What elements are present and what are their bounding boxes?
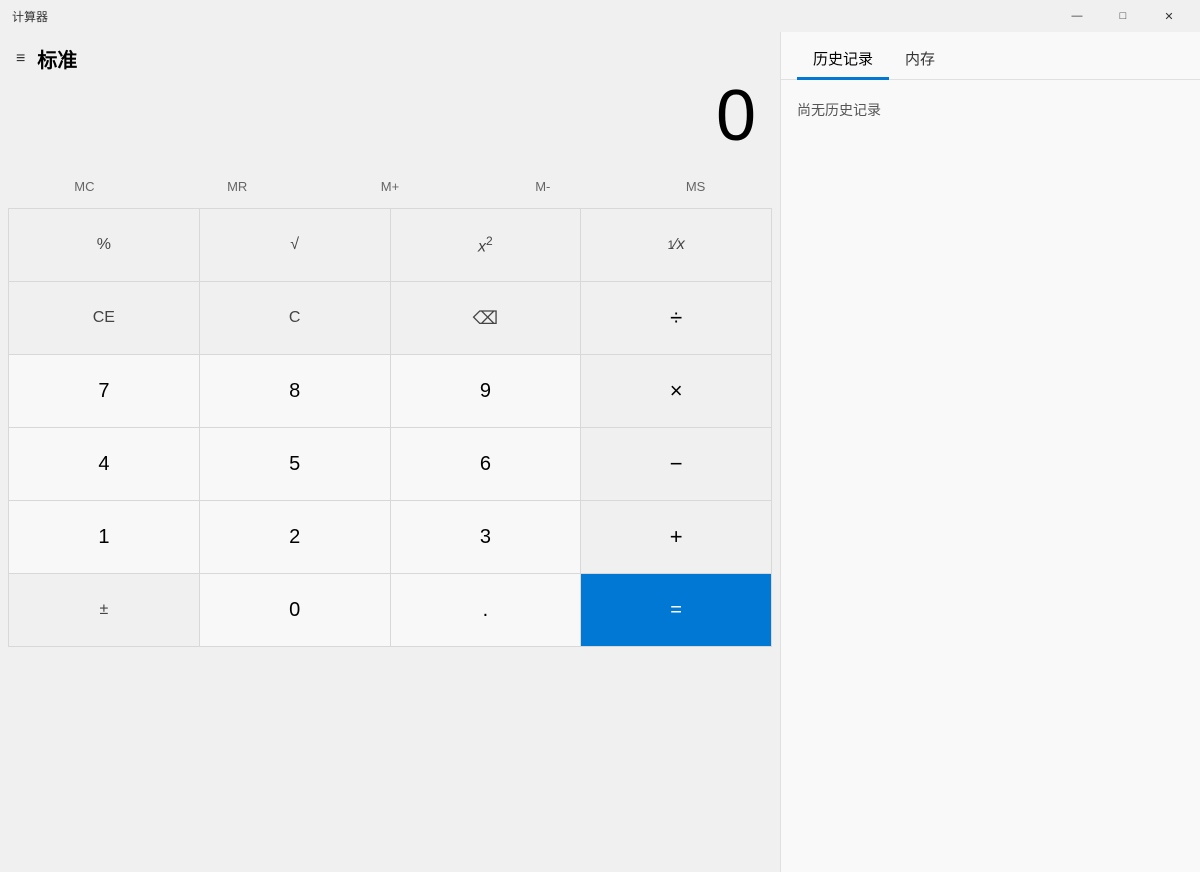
- ce-button[interactable]: CE: [9, 282, 199, 354]
- five-button[interactable]: 5: [200, 428, 390, 500]
- memory-recall-button[interactable]: MR: [161, 168, 314, 204]
- title-bar-controls: — □ ✕: [1054, 0, 1192, 32]
- delete-button[interactable]: ⌫: [391, 282, 581, 354]
- window-title: 计算器: [12, 8, 48, 25]
- percent-button[interactable]: %: [9, 209, 199, 281]
- subtract-button[interactable]: −: [581, 428, 771, 500]
- square-label: x2: [478, 234, 493, 256]
- tab-history[interactable]: 历史记录: [797, 48, 889, 80]
- close-button[interactable]: ✕: [1146, 0, 1192, 32]
- tab-memory[interactable]: 内存: [889, 48, 951, 80]
- display-area: 0: [0, 77, 780, 164]
- three-button[interactable]: 3: [391, 501, 581, 573]
- multiply-button[interactable]: ×: [581, 355, 771, 427]
- memory-store-button[interactable]: MS: [619, 168, 772, 204]
- memory-subtract-button[interactable]: M-: [466, 168, 619, 204]
- memory-row: MC MR M+ M- MS: [0, 164, 780, 208]
- history-content: 尚无历史记录: [781, 80, 1200, 872]
- calc-header: ≡ 标准: [0, 32, 780, 77]
- zero-button[interactable]: 0: [200, 574, 390, 646]
- calc-mode-title: 标准: [37, 44, 77, 73]
- title-bar-left: 计算器: [12, 8, 48, 25]
- content-area: ≡ 标准 0 MC MR M+ M- MS % √ x2: [0, 32, 1200, 872]
- equals-button[interactable]: =: [581, 574, 771, 646]
- memory-clear-button[interactable]: MC: [8, 168, 161, 204]
- nine-button[interactable]: 9: [391, 355, 581, 427]
- button-grid: % √ x2 1∕x CE C ⌫ ÷ 7 8 9 × 4 5: [8, 208, 772, 647]
- no-history-text: 尚无历史记录: [797, 100, 881, 120]
- display-value: 0: [24, 77, 756, 156]
- one-button[interactable]: 1: [9, 501, 199, 573]
- calculator-window: 计算器 — □ ✕ ≡ 标准 0 MC MR M+ M- MS: [0, 0, 1200, 872]
- square-button[interactable]: x2: [391, 209, 581, 281]
- maximize-button[interactable]: □: [1100, 0, 1146, 32]
- calculator-panel: ≡ 标准 0 MC MR M+ M- MS % √ x2: [0, 32, 780, 872]
- four-button[interactable]: 4: [9, 428, 199, 500]
- clear-button[interactable]: C: [200, 282, 390, 354]
- seven-button[interactable]: 7: [9, 355, 199, 427]
- right-tabs: 历史记录 内存: [781, 32, 1200, 80]
- menu-icon[interactable]: ≡: [16, 50, 25, 68]
- title-bar: 计算器 — □ ✕: [0, 0, 1200, 32]
- eight-button[interactable]: 8: [200, 355, 390, 427]
- button-grid-wrapper: % √ x2 1∕x CE C ⌫ ÷ 7 8 9 × 4 5: [0, 208, 780, 872]
- minimize-button[interactable]: —: [1054, 0, 1100, 32]
- six-button[interactable]: 6: [391, 428, 581, 500]
- reciprocal-button[interactable]: 1∕x: [581, 209, 771, 281]
- memory-add-button[interactable]: M+: [314, 168, 467, 204]
- decimal-button[interactable]: .: [391, 574, 581, 646]
- sqrt-button[interactable]: √: [200, 209, 390, 281]
- two-button[interactable]: 2: [200, 501, 390, 573]
- divide-button[interactable]: ÷: [581, 282, 771, 354]
- add-button[interactable]: +: [581, 501, 771, 573]
- right-panel: 历史记录 内存 尚无历史记录: [780, 32, 1200, 872]
- negate-button[interactable]: ±: [9, 574, 199, 646]
